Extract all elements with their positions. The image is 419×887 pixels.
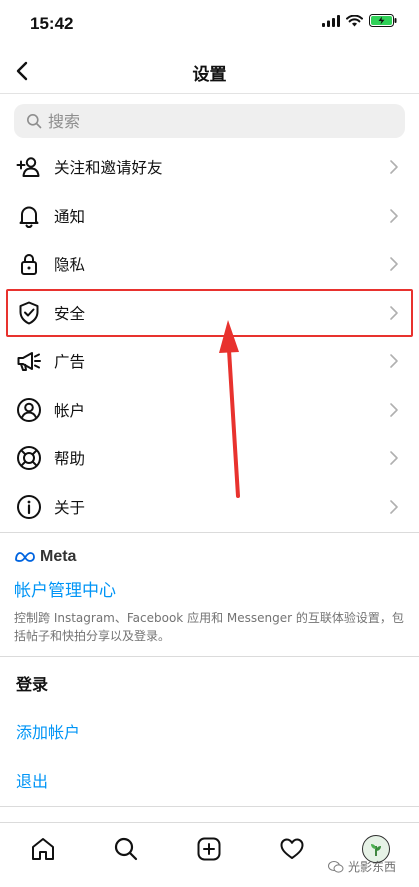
watermark: 光影东西: [328, 858, 396, 875]
chevron-right-icon: [390, 354, 398, 369]
bottom-tab-bar: [0, 822, 419, 887]
add-person-icon: [16, 154, 42, 180]
menu-item-follow-invite[interactable]: 关注和邀请好友: [0, 143, 419, 192]
signal-icon: [322, 14, 340, 27]
wifi-icon: [346, 14, 363, 26]
status-time: 15:42: [30, 14, 74, 33]
lifebuoy-icon: [16, 445, 42, 471]
menu-item-account[interactable]: 帐户: [0, 386, 419, 435]
search-icon: [27, 114, 42, 129]
menu-item-notifications[interactable]: 通知: [0, 192, 419, 241]
section-divider: [0, 806, 419, 807]
meta-logo-text: Meta: [40, 548, 77, 565]
search-icon: [114, 837, 138, 861]
home-icon: [32, 838, 54, 860]
tab-search[interactable]: [112, 835, 140, 863]
plant-icon: [371, 844, 381, 856]
search-box[interactable]: [14, 104, 405, 138]
menu-item-label: 安全: [54, 304, 86, 323]
meta-infinity-icon: [15, 552, 35, 562]
tab-create[interactable]: [195, 835, 223, 863]
search-input[interactable]: [48, 111, 378, 131]
tab-home[interactable]: [29, 835, 57, 863]
bell-icon: [16, 203, 42, 229]
menu-item-label: 隐私: [54, 256, 86, 275]
meta-logo: Meta: [14, 548, 414, 566]
login-heading: 登录: [16, 675, 49, 694]
chevron-right-icon: [390, 208, 398, 223]
menu-item-label: 帮助: [54, 450, 86, 469]
status-bar: 15:42: [0, 0, 419, 48]
section-divider: [0, 656, 419, 657]
tab-activity[interactable]: [278, 835, 306, 863]
page-title: 设置: [192, 65, 227, 85]
status-icons: [322, 14, 397, 27]
menu-item-label: 关于: [54, 498, 86, 517]
menu-item-label: 广告: [54, 353, 86, 372]
wechat-icon: [328, 860, 344, 873]
menu-item-label: 通知: [54, 207, 86, 226]
section-divider: [0, 532, 419, 533]
info-icon: [16, 494, 42, 520]
settings-menu: 关注和邀请好友 通知 隐私 安全 广告 帐户 帮助 关于: [0, 143, 419, 531]
nav-bar: 设置: [0, 48, 419, 94]
menu-item-label: 帐户: [54, 401, 86, 420]
logout-link[interactable]: 退出: [16, 768, 48, 792]
accounts-center-description: 控制跨 Instagram、Facebook 应用和 Messenger 的互联…: [14, 611, 404, 643]
battery-icon: [369, 14, 397, 27]
shield-check-icon: [16, 300, 42, 326]
watermark-text: 光影东西: [348, 860, 397, 874]
lock-icon: [16, 251, 42, 277]
chevron-right-icon: [390, 160, 398, 175]
heart-icon: [280, 838, 304, 859]
add-account-link[interactable]: 添加帐户: [16, 719, 80, 743]
chevron-right-icon: [390, 451, 398, 466]
chevron-right-icon: [390, 499, 398, 514]
meta-section: Meta 帐户管理中心 控制跨 Instagram、Facebook 应用和 M…: [14, 548, 414, 645]
account-circle-icon: [16, 397, 42, 423]
menu-item-security[interactable]: 安全: [6, 288, 413, 337]
chevron-right-icon: [390, 402, 398, 417]
menu-item-ads[interactable]: 广告: [0, 337, 419, 386]
menu-item-privacy[interactable]: 隐私: [0, 240, 419, 289]
accounts-center-link[interactable]: 帐户管理中心: [14, 576, 414, 601]
menu-item-help[interactable]: 帮助: [0, 434, 419, 483]
menu-item-about[interactable]: 关于: [0, 483, 419, 532]
plus-square-icon: [197, 837, 221, 861]
megaphone-icon: [16, 348, 42, 374]
chevron-right-icon: [390, 305, 398, 320]
chevron-right-icon: [390, 257, 398, 272]
menu-item-label: 关注和邀请好友: [54, 159, 163, 178]
